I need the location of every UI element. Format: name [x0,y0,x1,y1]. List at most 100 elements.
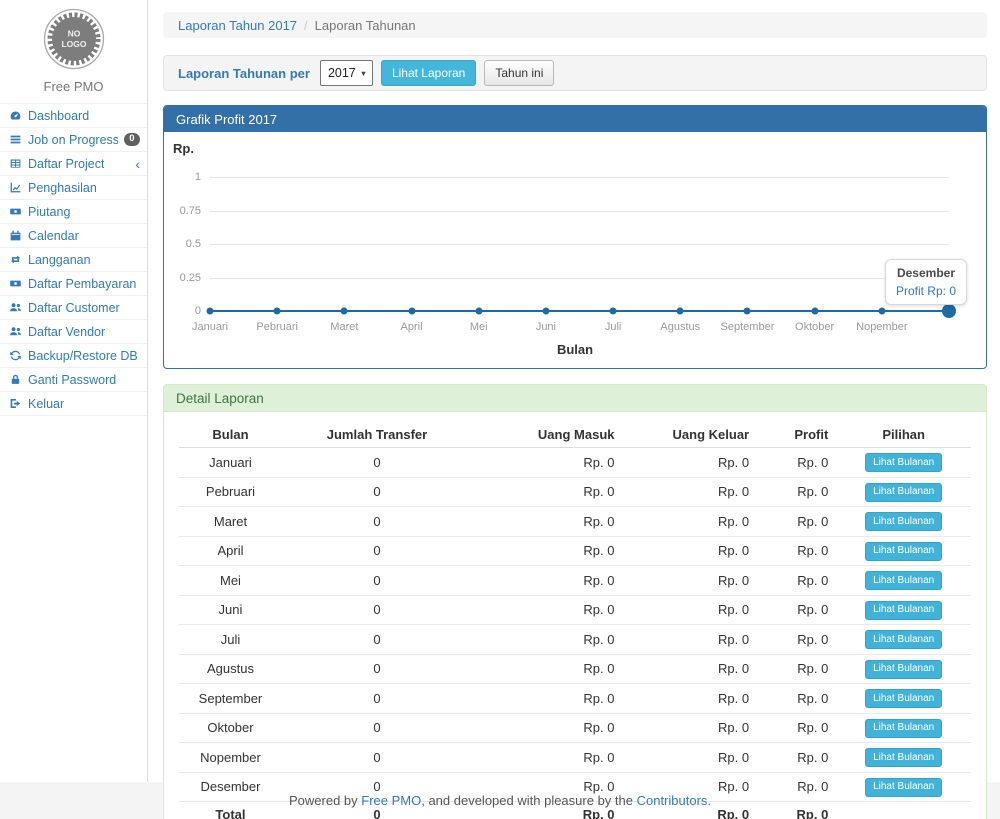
lihat-bulanan-button[interactable]: Lihat Bulanan [865,601,942,620]
chart-point[interactable] [677,308,684,315]
chart-point[interactable] [408,308,415,315]
lihat-bulanan-button[interactable]: Lihat Bulanan [865,483,942,502]
year-select-value: 2017 [328,66,356,80]
footer-link-contributors[interactable]: Contributors. [637,793,711,808]
logo-text-line1: NO [67,29,80,39]
col-header-profit: Profit [757,422,836,448]
chart-point-active[interactable] [942,304,956,318]
x-axis-label: September [721,321,775,333]
breadcrumb: Laporan Tahun 2017 / Laporan Tahunan [163,12,987,38]
sidebar-item-daftar-project[interactable]: Daftar Project ‹ [0,152,147,176]
chart-point[interactable] [274,308,281,315]
retweet-icon [9,253,22,266]
tahun-ini-button[interactable]: Tahun ini [484,60,554,86]
line-chart-icon [9,181,22,194]
lihat-bulanan-button[interactable]: Lihat Bulanan [865,719,942,738]
sidebar-item-dashboard[interactable]: Dashboard [0,104,147,128]
x-axis-label: Januari [192,321,228,333]
sidebar-item-langganan[interactable]: Langganan [0,248,147,272]
table-row: Agustus0Rp. 0Rp. 0Rp. 0Lihat Bulanan [179,654,971,684]
gridline: 0.75 [210,211,949,212]
page: NO LOGO Free PMO Dashboard Job on Progre… [0,0,1000,819]
x-axis-label: Pebruari [256,321,298,333]
table-header-row: Bulan Jumlah Transfer Uang Masuk Uang Ke… [179,422,971,448]
chevron-left-icon: ‹ [135,157,140,171]
x-axis-label: Maret [330,321,358,333]
col-header-masuk: Uang Masuk [472,422,622,448]
sidebar-item-piutang[interactable]: Piutang [0,200,147,224]
chart-tooltip: Desember Profit Rp: 0 [885,259,967,305]
col-header-pilihan: Pilihan [836,422,971,448]
y-tick: 0.75 [180,205,201,217]
table-row: September0Rp. 0Rp. 0Rp. 0Lihat Bulanan [179,684,971,714]
brand-name: Free PMO [0,79,147,94]
breadcrumb-link-laporan-tahun[interactable]: Laporan Tahun 2017 [178,18,297,33]
job-count-badge: 0 [124,133,140,146]
chart-panel-heading: Grafik Profit 2017 [164,106,986,132]
gridline: 1 [210,177,949,178]
chart-point[interactable] [207,308,214,315]
lihat-laporan-button[interactable]: Lihat Laporan [381,60,476,86]
x-axis-label: Nopember [856,321,907,333]
breadcrumb-current: Laporan Tahunan [315,18,416,33]
chart-point[interactable] [811,308,818,315]
table-icon [9,157,22,170]
lihat-bulanan-button[interactable]: Lihat Bulanan [865,660,942,679]
chart-point[interactable] [475,308,482,315]
gridline: 0.25 [210,278,949,279]
footer-text: Powered by Free PMO, and developed with … [289,793,711,808]
sidebar: NO LOGO Free PMO Dashboard Job on Progre… [0,0,148,782]
x-axis-label: Juli [605,321,622,333]
money-icon [9,205,22,218]
detail-panel-body: Bulan Jumlah Transfer Uang Masuk Uang Ke… [164,412,986,819]
lihat-bulanan-button[interactable]: Lihat Bulanan [865,748,942,767]
chart-point[interactable] [341,308,348,315]
lihat-bulanan-button[interactable]: Lihat Bulanan [865,542,942,561]
money-icon [9,277,22,290]
x-axis-label: Juni [536,321,556,333]
table-row: Maret0Rp. 0Rp. 0Rp. 0Lihat Bulanan [179,507,971,537]
sign-out-icon [9,397,22,410]
sidebar-item-daftar-pembayaran[interactable]: Daftar Pembayaran [0,272,147,296]
brand-block: NO LOGO Free PMO [0,0,147,103]
x-axis-label: Agustus [660,321,700,333]
sidebar-item-keluar[interactable]: Keluar [0,392,147,416]
col-header-keluar: Uang Keluar [623,422,758,448]
detail-laporan-panel: Detail Laporan Bulan Jumlah Transfer Uan… [163,384,987,819]
tooltip-value: Profit Rp: 0 [896,284,956,298]
chart-point[interactable] [542,308,549,315]
lihat-bulanan-button[interactable]: Lihat Bulanan [865,778,942,797]
no-logo-badge: NO LOGO [42,7,106,71]
year-select[interactable]: 2017 ▼ [320,60,373,86]
lihat-bulanan-button[interactable]: Lihat Bulanan [865,689,942,708]
sidebar-item-ganti-password[interactable]: Ganti Password [0,368,147,392]
chart-point[interactable] [878,308,885,315]
monthly-report-table: Bulan Jumlah Transfer Uang Masuk Uang Ke… [179,422,971,819]
x-axis-label: Mei [470,321,488,333]
lihat-bulanan-button[interactable]: Lihat Bulanan [865,512,942,531]
logo-text-line2: LOGO [61,39,86,49]
sidebar-item-daftar-customer[interactable]: Daftar Customer [0,296,147,320]
chart-point[interactable] [610,308,617,315]
lihat-bulanan-button[interactable]: Lihat Bulanan [865,630,942,649]
x-axis-label: April [401,321,423,333]
sidebar-item-calendar[interactable]: Calendar [0,224,147,248]
lihat-bulanan-button[interactable]: Lihat Bulanan [865,571,942,590]
sidebar-item-penghasilan[interactable]: Penghasilan [0,176,147,200]
y-tick: 0.5 [186,238,201,250]
calendar-icon [9,229,22,242]
y-tick: 1 [195,171,201,183]
sidebar-item-backup-restore[interactable]: Backup/Restore DB [0,344,147,368]
chart-point[interactable] [744,308,751,315]
content-wrapper: NO LOGO Free PMO Dashboard Job on Progre… [0,0,1000,782]
sidebar-item-job-on-progress[interactable]: Job on Progress 0 [0,128,147,152]
col-header-transfer: Jumlah Transfer [282,422,472,448]
lihat-bulanan-button[interactable]: Lihat Bulanan [865,453,942,472]
users-icon [9,325,22,338]
sidebar-menu: Dashboard Job on Progress 0 Daftar Proje… [0,103,147,416]
tasks-icon [9,133,22,146]
sidebar-item-daftar-vendor[interactable]: Daftar Vendor [0,320,147,344]
table-row: Mei0Rp. 0Rp. 0Rp. 0Lihat Bulanan [179,566,971,596]
footer-link-free-pmo[interactable]: Free PMO [361,793,421,808]
report-filter-bar: Laporan Tahunan per 2017 ▼ Lihat Laporan… [163,55,987,91]
